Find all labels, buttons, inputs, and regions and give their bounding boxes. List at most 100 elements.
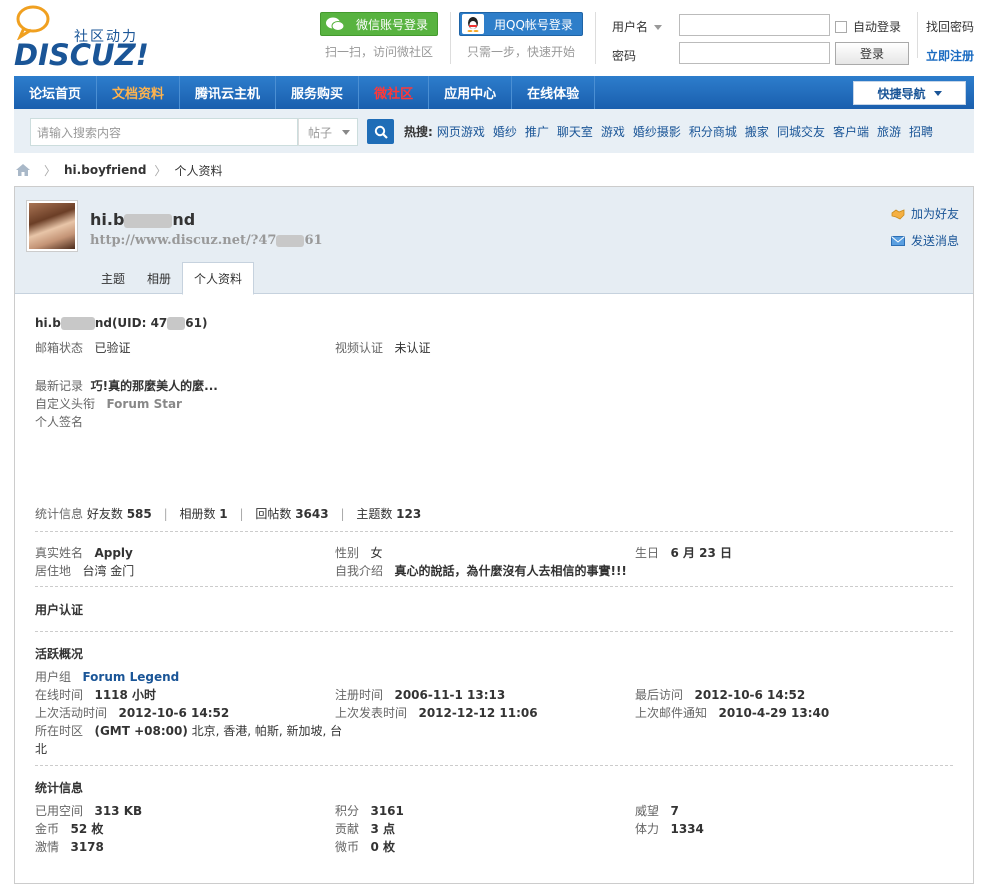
tab-profile[interactable]: 个人资料 [182,262,255,295]
timezone: 所在时区 (GMT +08:00) 北京, 香港, 帕斯, 新加坡, 台 [35,722,342,739]
search-type-select[interactable]: 帖子 [298,118,358,146]
hot-search-item[interactable]: 游戏 [601,123,625,140]
nav-item-app-center[interactable]: 应用中心 [429,76,513,109]
hot-search-item[interactable]: 客户端 [833,123,869,140]
field-value: Apply [94,546,133,560]
wechat-login-hint: 扫一扫，访问微社区 [325,45,434,59]
nav-item-online-demo[interactable]: 在线体验 [512,76,596,109]
main-nav: 论坛首页 文档资料 腾讯云主机 服务购买 微社区 应用中心 在线体验 快捷导航 [14,76,974,109]
envelope-icon [891,235,905,246]
tab-threads[interactable]: 主题 [90,262,136,294]
field-value: 313 KB [94,804,143,818]
threads-count[interactable]: 123 [396,507,421,521]
replies-count[interactable]: 3643 [295,507,328,521]
wechat-icon [324,14,346,34]
breadcrumb-user[interactable]: hi.boyfriend [64,163,146,177]
divider [35,765,953,766]
username-part: nd [172,210,196,229]
nav-item-micro-community[interactable]: 微社区 [359,76,430,109]
url-part: 61 [304,233,323,248]
discuz-logo[interactable]: 社区动力 DISCUZ! [14,4,154,72]
field-label: 在线时间 [35,688,84,702]
field-value: 真心的說話，為什麼沒有人去相信的事實!!! [394,564,627,578]
hot-search-item[interactable]: 同城交友 [777,123,825,140]
checkbox-box[interactable] [835,20,847,33]
breadcrumb: 〉 hi.boyfriend 〉 个人资料 [16,162,222,178]
register-link[interactable]: 立即注册 [926,47,974,64]
search-bar: 请输入搜索内容 帖子 热搜: 网页游戏 婚纱 推广 聊天室 游戏 婚纱摄影 积分… [14,109,974,153]
field-label: 上次发表时间 [335,706,408,720]
field-label: 统计信息 [35,507,84,521]
qq-login-hint: 只需一步，快速开始 [467,45,576,59]
search-input[interactable]: 请输入搜索内容 [30,118,298,146]
chevron-down-icon [933,90,942,96]
profile-tabs: 主题 相册 个人资料 [90,261,255,295]
qq-login-button[interactable]: 用QQ帐号登录 [459,12,583,36]
nav-item-home[interactable]: 论坛首页 [14,76,98,109]
password-input[interactable] [679,42,830,64]
auto-login-checkbox[interactable]: 自动登录 [835,18,901,35]
login-button[interactable]: 登录 [835,42,909,65]
quick-nav-button[interactable]: 快捷导航 [853,81,966,105]
profile-panel: hi.b nd http://www.discuz.net/?47 61 加为好友 … [14,186,974,884]
uid-part: nd(UID: 47 [94,316,168,330]
send-message-label: 发送消息 [911,234,960,248]
username-type-select[interactable]: 用户名 [612,18,663,35]
latest-record: 最新记录 巧!真的那麼美人的麼... [35,377,218,394]
hot-searches: 热搜: 网页游戏 婚纱 推广 聊天室 游戏 婚纱摄影 积分商城 搬家 同城交友 … [404,123,941,140]
redaction-blur [276,234,305,247]
wechat-login-button[interactable]: 微信账号登录 [320,12,438,36]
field-label: 微币 [335,840,360,854]
handshake-icon [891,208,905,219]
field-value: 0 枚 [370,840,395,854]
field-label: 上次邮件通知 [635,706,708,720]
send-message-link[interactable]: 发送消息 [891,232,959,249]
replies-label[interactable]: 回帖数 [255,507,291,521]
divider [917,12,918,58]
friends-count[interactable]: 585 [127,507,152,521]
section-heading-verification: 用户认证 [35,603,84,617]
home-icon[interactable] [16,164,30,176]
nav-item-cloud-host[interactable]: 腾讯云主机 [180,76,277,109]
albums-label[interactable]: 相册数 [179,507,215,521]
search-button[interactable] [367,119,394,144]
field-label: 金币 [35,822,60,836]
hot-search-item[interactable]: 婚纱 [493,123,517,140]
field-value: 3178 [70,840,104,854]
hot-search-item[interactable]: 聊天室 [557,123,593,140]
nav-item-purchase[interactable]: 服务购买 [276,76,360,109]
hot-search-item[interactable]: 网页游戏 [437,123,485,140]
username-input[interactable] [679,14,830,36]
avatar[interactable] [26,200,78,252]
uid-part: 61) [185,316,208,330]
hot-search-item[interactable]: 积分商城 [689,123,737,140]
quick-nav-label: 快捷导航 [877,86,926,101]
hot-search-item[interactable]: 婚纱摄影 [633,123,681,140]
friends-label[interactable]: 好友数 [87,507,123,521]
albums-count[interactable]: 1 [219,507,227,521]
field-value: 未认证 [394,341,431,355]
hot-search-item[interactable]: 搬家 [745,123,769,140]
hot-search-item[interactable]: 招聘 [909,123,933,140]
divider [35,586,953,587]
field-value: 2012-10-6 14:52 [118,706,230,720]
hot-search-label: 热搜: [404,125,433,139]
field-value[interactable]: 台湾 金门 [82,564,134,578]
field-value[interactable]: 巧!真的那麼美人的麼... [91,379,218,393]
separator: | [340,507,345,521]
nav-item-docs[interactable]: 文档资料 [97,76,181,109]
field-label: 个人签名 [35,415,84,429]
breadcrumb-separator: 〉 [44,163,57,178]
field-value: 北京, 香港, 帕斯, 新加坡, 台 [187,724,343,738]
hot-search-item[interactable]: 旅游 [877,123,901,140]
forgot-password-link[interactable]: 找回密码 [926,18,974,35]
hot-search-item[interactable]: 推广 [525,123,549,140]
username-part: hi.b [90,210,125,229]
field-value[interactable]: Forum Legend [82,670,179,684]
add-friend-link[interactable]: 加为好友 [891,205,959,222]
field-value: 3161 [370,804,404,818]
threads-label[interactable]: 主题数 [356,507,392,521]
divider [35,631,953,632]
tab-album[interactable]: 相册 [136,262,182,294]
profile-url[interactable]: http://www.discuz.net/?47 61 [90,233,323,248]
